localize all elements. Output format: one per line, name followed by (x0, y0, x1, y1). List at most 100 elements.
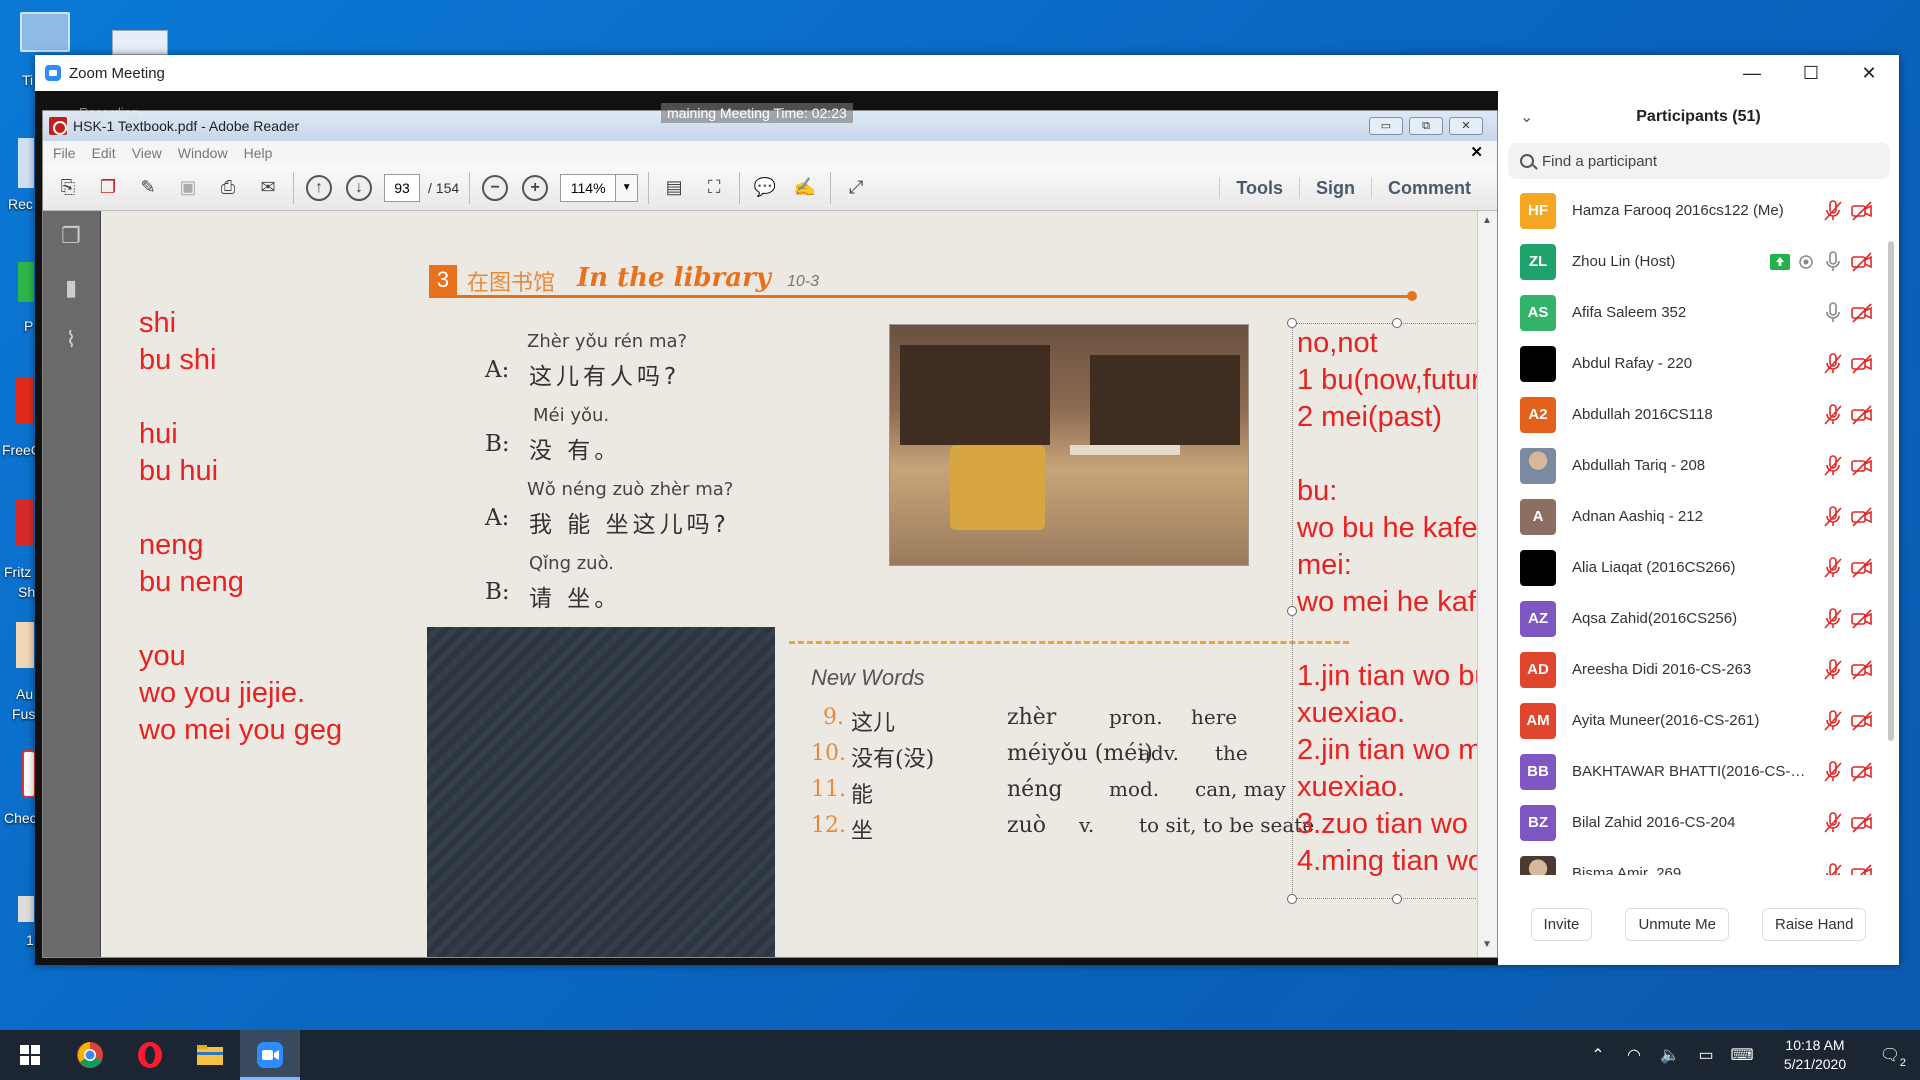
highlight-icon[interactable]: ✍ (790, 173, 820, 203)
fritz-icon[interactable] (16, 500, 34, 546)
menu-window[interactable]: Window (178, 145, 228, 161)
close-document-icon[interactable]: ✕ (1470, 143, 1483, 161)
participants-scrollbar[interactable] (1888, 241, 1894, 741)
participant-row[interactable]: A Adnan Aashiq - 212 (1498, 491, 1883, 542)
video-off-icon[interactable] (1850, 811, 1874, 835)
resize-handle[interactable] (1392, 894, 1402, 904)
fusion-icon[interactable] (16, 622, 34, 668)
participant-row[interactable]: ZL Zhou Lin (Host) (1498, 236, 1883, 287)
zoom-in-button[interactable]: + (520, 173, 550, 203)
edit-pdf-icon[interactable]: ✎ (133, 173, 163, 203)
participant-row[interactable]: BB BAKHTAWAR BHATTI(2016-CS-36... (1498, 746, 1883, 797)
video-off-icon[interactable] (1850, 556, 1874, 580)
menu-file[interactable]: File (53, 145, 76, 161)
reader-restore-button[interactable]: ⧉ (1409, 117, 1443, 135)
mic-muted-icon[interactable] (1823, 760, 1843, 784)
combine-files-icon[interactable]: ❐ (93, 173, 123, 203)
video-off-icon[interactable] (1850, 862, 1874, 875)
page-number-input[interactable]: 93 (384, 173, 420, 202)
participant-row[interactable]: AM Ayita Muneer(2016-CS-261) (1498, 695, 1883, 746)
video-off-icon[interactable] (1850, 709, 1874, 733)
previous-page-button[interactable]: ↑ (304, 173, 334, 203)
video-off-icon[interactable] (1850, 760, 1874, 784)
unmute-me-button[interactable]: Unmute Me (1625, 907, 1729, 941)
participant-row[interactable]: BZ Bilal Zahid 2016-CS-204 (1498, 797, 1883, 848)
mic-icon[interactable] (1823, 301, 1843, 325)
video-off-icon[interactable] (1850, 352, 1874, 376)
sign-button[interactable]: Sign (1298, 177, 1371, 199)
video-off-icon[interactable] (1850, 454, 1874, 478)
mic-muted-icon[interactable] (1823, 658, 1843, 682)
create-pdf-icon[interactable]: ⎘ (53, 173, 83, 203)
chevron-down-icon[interactable]: ⌄ (1520, 107, 1533, 127)
video-off-icon[interactable] (1850, 250, 1874, 274)
page-thumbnails-icon[interactable]: ❐ (57, 223, 85, 251)
participant-row[interactable]: HF Hamza Farooq 2016cs122 (Me) (1498, 185, 1883, 236)
participant-row[interactable]: AZ Aqsa Zahid(2016CS256) (1498, 593, 1883, 644)
file-shortcut-icon[interactable] (18, 896, 34, 922)
resize-handle[interactable] (1287, 318, 1297, 328)
participant-row[interactable]: AD Areesha Didi 2016-CS-263 (1498, 644, 1883, 695)
video-off-icon[interactable] (1850, 505, 1874, 529)
comment-button[interactable]: Comment (1370, 177, 1487, 199)
video-off-icon[interactable] (1850, 301, 1874, 325)
resize-handle[interactable] (1287, 894, 1297, 904)
clock[interactable]: 10:18 AM 5/21/2020 (1770, 1036, 1860, 1074)
bookmarks-icon[interactable]: ▮ (57, 275, 85, 303)
start-button[interactable] (0, 1030, 60, 1080)
participant-row[interactable]: Abdullah Tariq - 208 (1498, 440, 1883, 491)
zoom-taskbar-button[interactable] (240, 1030, 300, 1080)
scroll-up-icon[interactable]: ▲ (1482, 215, 1492, 226)
fit-width-icon[interactable]: ⛶ (699, 173, 729, 203)
video-off-icon[interactable] (1850, 658, 1874, 682)
chrome-taskbar-button[interactable] (60, 1030, 120, 1080)
mic-muted-icon[interactable] (1823, 811, 1843, 835)
participant-row[interactable]: A2 Abdullah 2016CS118 (1498, 389, 1883, 440)
mic-muted-icon[interactable] (1823, 556, 1843, 580)
attachments-icon[interactable]: ⌇ (57, 327, 85, 355)
mic-icon[interactable] (1823, 250, 1843, 274)
mic-muted-icon[interactable] (1823, 607, 1843, 631)
zoom-dropdown-icon[interactable]: ▼ (616, 173, 639, 202)
mic-muted-icon[interactable] (1823, 199, 1843, 223)
email-icon[interactable]: ✉ (253, 173, 283, 203)
raise-hand-button[interactable]: Raise Hand (1762, 907, 1867, 941)
menu-help[interactable]: Help (244, 145, 273, 161)
freecommander-icon[interactable] (16, 378, 34, 424)
video-off-icon[interactable] (1850, 607, 1874, 631)
keyboard-icon[interactable]: ⌨ (1724, 1045, 1760, 1065)
mic-muted-icon[interactable] (1823, 403, 1843, 427)
print-icon[interactable]: ⎙ (213, 173, 243, 203)
right-notes-annotation[interactable]: no,not 1 bu(now,future 2 mei(past) bu: w… (1297, 325, 1497, 880)
recycle-bin-icon[interactable] (18, 138, 34, 188)
close-button[interactable]: ✕ (1840, 55, 1898, 91)
invite-button[interactable]: Invite (1530, 907, 1593, 941)
notifications-button[interactable]: 🗨 2 (1860, 1045, 1920, 1069)
participant-search-input[interactable]: Find a participant (1508, 143, 1890, 179)
pdf-page[interactable]: shi bu shi hui bu hui neng bu neng you w… (101, 211, 1497, 957)
fit-page-icon[interactable]: ▤ (659, 173, 689, 203)
vertical-scrollbar[interactable]: ▲ ▼ (1477, 211, 1497, 957)
folder-shortcut-icon[interactable] (112, 30, 168, 55)
zoom-out-button[interactable]: − (480, 173, 510, 203)
this-pc-icon[interactable] (20, 12, 70, 52)
maximize-button[interactable]: ☐ (1782, 55, 1840, 91)
chevron-up-icon[interactable]: ⌃ (1580, 1045, 1616, 1065)
video-off-icon[interactable] (1850, 403, 1874, 427)
save-icon[interactable]: ▣ (173, 173, 203, 203)
wifi-icon[interactable]: ◠ (1616, 1045, 1652, 1065)
participant-row[interactable]: Abdul Rafay - 220 (1498, 338, 1883, 389)
reader-minimize-button[interactable]: ▭ (1369, 117, 1403, 135)
participant-row[interactable]: Bisma Amir_269 (1498, 848, 1883, 875)
tools-button[interactable]: Tools (1219, 177, 1299, 199)
checker-icon[interactable] (22, 750, 36, 798)
mic-muted-icon[interactable] (1823, 709, 1843, 733)
mic-muted-icon[interactable] (1823, 352, 1843, 376)
app-shortcut-icon[interactable] (18, 262, 34, 302)
participant-row[interactable]: Alia Liaqat (2016CS266) (1498, 542, 1883, 593)
reader-close-button[interactable]: ✕ (1449, 117, 1483, 135)
left-notes-annotation[interactable]: shi bu shi hui bu hui neng bu neng you w… (139, 305, 342, 749)
menu-view[interactable]: View (132, 145, 162, 161)
scroll-down-icon[interactable]: ▼ (1482, 939, 1492, 950)
participant-row[interactable]: AS Afifa Saleem 352 (1498, 287, 1883, 338)
